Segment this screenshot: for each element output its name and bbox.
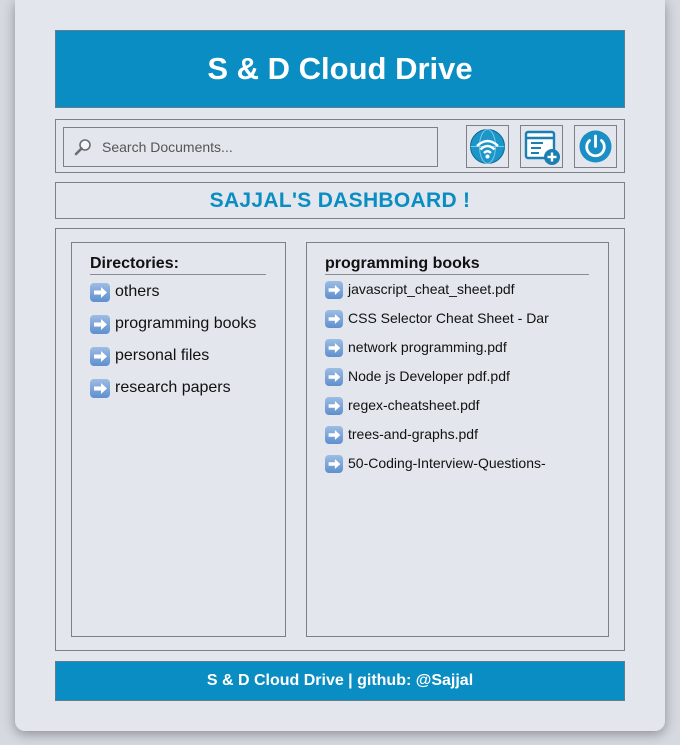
directory-item[interactable]: others bbox=[90, 283, 256, 315]
directory-item[interactable]: research papers bbox=[90, 379, 256, 411]
files-panel: programming books javascript_cheat_sheet… bbox=[306, 242, 609, 637]
app-title: S & D Cloud Drive bbox=[207, 51, 473, 86]
toolbar bbox=[55, 119, 625, 173]
directory-list: others programming books personal files … bbox=[90, 283, 256, 411]
logout-button[interactable] bbox=[574, 125, 617, 168]
search-box[interactable] bbox=[63, 127, 438, 167]
app-footer: S & D Cloud Drive | github: @Sajjal bbox=[55, 661, 625, 701]
right-arrow-icon bbox=[90, 315, 110, 334]
right-arrow-icon bbox=[325, 310, 343, 328]
magnifier-icon bbox=[74, 139, 91, 156]
file-item-label: Node js Developer pdf.pdf bbox=[348, 368, 510, 384]
right-arrow-icon bbox=[325, 339, 343, 357]
right-arrow-icon bbox=[325, 455, 343, 473]
directory-item[interactable]: programming books bbox=[90, 315, 256, 347]
files-heading: programming books bbox=[325, 255, 589, 275]
file-item-label: CSS Selector Cheat Sheet - Dar bbox=[348, 310, 549, 326]
network-share-button[interactable] bbox=[466, 125, 509, 168]
right-arrow-icon bbox=[325, 368, 343, 386]
directories-panel: Directories: others programming books pe… bbox=[71, 242, 286, 637]
power-icon bbox=[579, 130, 612, 163]
file-list: javascript_cheat_sheet.pdf CSS Selector … bbox=[325, 281, 549, 484]
right-arrow-icon bbox=[325, 426, 343, 444]
file-item[interactable]: trees-and-graphs.pdf bbox=[325, 426, 549, 455]
file-item[interactable]: network programming.pdf bbox=[325, 339, 549, 368]
right-arrow-icon bbox=[90, 347, 110, 366]
directory-item-label: programming books bbox=[115, 315, 257, 332]
file-item-label: trees-and-graphs.pdf bbox=[348, 426, 478, 442]
directories-heading: Directories: bbox=[90, 255, 266, 275]
file-item-label: network programming.pdf bbox=[348, 339, 507, 355]
directory-item[interactable]: personal files bbox=[90, 347, 256, 379]
file-item[interactable]: CSS Selector Cheat Sheet - Dar bbox=[325, 310, 549, 339]
file-item-label: regex-cheatsheet.pdf bbox=[348, 397, 480, 413]
right-arrow-icon bbox=[90, 379, 110, 398]
document-add-icon bbox=[524, 130, 560, 165]
main-area: Directories: others programming books pe… bbox=[55, 228, 625, 651]
right-arrow-icon bbox=[90, 283, 110, 302]
footer-text: S & D Cloud Drive | github: @Sajjal bbox=[206, 672, 474, 689]
right-arrow-icon bbox=[325, 397, 343, 415]
file-item[interactable]: 50-Coding-Interview-Questions- bbox=[325, 455, 549, 484]
file-item[interactable]: Node js Developer pdf.pdf bbox=[325, 368, 549, 397]
right-arrow-icon bbox=[325, 281, 343, 299]
directory-item-label: research papers bbox=[115, 379, 231, 396]
file-item-label: javascript_cheat_sheet.pdf bbox=[348, 281, 515, 297]
file-item[interactable]: regex-cheatsheet.pdf bbox=[325, 397, 549, 426]
add-file-button[interactable] bbox=[520, 125, 563, 168]
file-item[interactable]: javascript_cheat_sheet.pdf bbox=[325, 281, 549, 310]
file-item-label: 50-Coding-Interview-Questions- bbox=[348, 455, 546, 471]
app-card: S & D Cloud Drive Search Documents... SA… bbox=[15, 0, 665, 731]
dashboard-title: SAJJAL'S DASHBOARD ! bbox=[209, 188, 471, 212]
search-input[interactable] bbox=[100, 138, 424, 156]
directory-item-label: others bbox=[115, 283, 160, 300]
dashboard-banner: SAJJAL'S DASHBOARD ! bbox=[55, 182, 625, 219]
app-header: S & D Cloud Drive bbox=[55, 30, 625, 108]
directory-item-label: personal files bbox=[115, 347, 210, 364]
wifi-globe-icon bbox=[470, 129, 505, 164]
